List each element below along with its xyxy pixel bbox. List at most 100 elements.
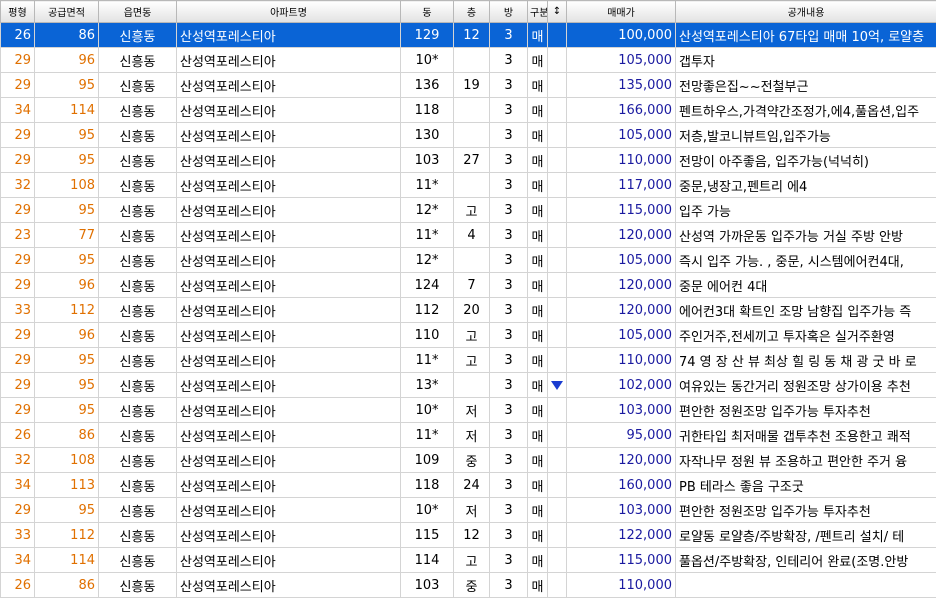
cell-building: 10*	[401, 398, 454, 423]
cell-type: 매	[528, 98, 548, 123]
cell-rooms: 3	[490, 298, 528, 323]
cell-mark	[548, 148, 567, 173]
cell-pyeong: 29	[1, 273, 35, 298]
cell-description: 풀옵션/주방확장, 인테리어 완료(조명.안방	[676, 548, 936, 573]
col-header-apartment[interactable]: 아파트명	[177, 1, 401, 23]
cell-pyeong: 26	[1, 423, 35, 448]
table-row[interactable]: 2995신흥동산성역포레스티아13*3매102,000여유있는 동간거리 정원조…	[1, 373, 936, 398]
cell-pyeong: 34	[1, 98, 35, 123]
col-header-pyeong[interactable]: 평형	[1, 1, 35, 23]
cell-rooms: 3	[490, 573, 528, 598]
col-header-floor[interactable]: 층	[454, 1, 490, 23]
cell-mark	[548, 323, 567, 348]
cell-type: 매	[528, 23, 548, 48]
cell-price: 160,000	[567, 473, 676, 498]
cell-floor: 고	[454, 348, 490, 373]
col-header-rooms[interactable]: 방	[490, 1, 528, 23]
table-row[interactable]: 34113신흥동산성역포레스티아118243매160,000PB 테라스 좋음 …	[1, 473, 936, 498]
table-row[interactable]: 34114신흥동산성역포레스티아1183매166,000펜트하우스,가격약간조정…	[1, 98, 936, 123]
col-header-sort-icon[interactable]: ↕	[548, 1, 567, 23]
cell-floor	[454, 173, 490, 198]
cell-mark	[548, 23, 567, 48]
cell-type: 매	[528, 523, 548, 548]
cell-rooms: 3	[490, 123, 528, 148]
cell-rooms: 3	[490, 448, 528, 473]
cell-apartment: 산성역포레스티아	[177, 148, 401, 173]
col-header-supply-area[interactable]: 공급면적	[35, 1, 99, 23]
col-header-price[interactable]: 매매가	[567, 1, 676, 23]
cell-floor: 고	[454, 198, 490, 223]
cell-rooms: 3	[490, 148, 528, 173]
cell-price: 105,000	[567, 323, 676, 348]
table-row[interactable]: 2995신흥동산성역포레스티아11*고3매110,00074 영 장 산 뷰 최…	[1, 348, 936, 373]
cell-type: 매	[528, 498, 548, 523]
col-header-description[interactable]: 공개내용	[676, 1, 936, 23]
cell-mark	[548, 523, 567, 548]
col-header-building[interactable]: 동	[401, 1, 454, 23]
cell-apartment: 산성역포레스티아	[177, 348, 401, 373]
cell-pyeong: 29	[1, 323, 35, 348]
table-row[interactable]: 2996신흥동산성역포레스티아10*3매105,000갭투자	[1, 48, 936, 73]
cell-building: 110	[401, 323, 454, 348]
cell-pyeong: 26	[1, 573, 35, 598]
cell-supply-area: 95	[35, 73, 99, 98]
cell-rooms: 3	[490, 523, 528, 548]
table-row[interactable]: 2686신흥동산성역포레스티아11*저3매95,000귀한타입 최저매물 갭투추…	[1, 423, 936, 448]
table-row[interactable]: 32108신흥동산성역포레스티아109중3매120,000자작나무 정원 뷰 조…	[1, 448, 936, 473]
cell-price: 102,000	[567, 373, 676, 398]
col-header-type[interactable]: 구분	[528, 1, 548, 23]
cell-district: 신흥동	[99, 23, 177, 48]
cell-type: 매	[528, 398, 548, 423]
cell-supply-area: 86	[35, 573, 99, 598]
price-down-icon	[551, 381, 563, 390]
cell-supply-area: 114	[35, 548, 99, 573]
cell-type: 매	[528, 473, 548, 498]
cell-supply-area: 112	[35, 298, 99, 323]
cell-building: 11*	[401, 423, 454, 448]
table-row[interactable]: 32108신흥동산성역포레스티아11*3매117,000중문,냉장고,펜트리 에…	[1, 173, 936, 198]
table-row[interactable]: 2995신흥동산성역포레스티아136193매135,000전망좋은집~~전철부근	[1, 73, 936, 98]
table-row[interactable]: 2995신흥동산성역포레스티아12*3매105,000즉시 입주 가능. , 중…	[1, 248, 936, 273]
cell-district: 신흥동	[99, 548, 177, 573]
table-row[interactable]: 2996신흥동산성역포레스티아110고3매105,000주인거주,전세끼고 투자…	[1, 323, 936, 348]
cell-building: 112	[401, 298, 454, 323]
cell-supply-area: 95	[35, 248, 99, 273]
cell-type: 매	[528, 273, 548, 298]
cell-district: 신흥동	[99, 323, 177, 348]
cell-district: 신흥동	[99, 73, 177, 98]
table-row[interactable]: 2995신흥동산성역포레스티아10*저3매103,000편안한 정원조망 입주가…	[1, 498, 936, 523]
cell-rooms: 3	[490, 248, 528, 273]
cell-price: 120,000	[567, 448, 676, 473]
cell-mark	[548, 98, 567, 123]
cell-apartment: 산성역포레스티아	[177, 23, 401, 48]
table-row[interactable]: 2996신흥동산성역포레스티아12473매120,000중문 에어컨 4대	[1, 273, 936, 298]
cell-district: 신흥동	[99, 498, 177, 523]
cell-floor: 12	[454, 523, 490, 548]
table-row[interactable]: 33112신흥동산성역포레스티아112203매120,000에어컨3대 확트인 …	[1, 298, 936, 323]
cell-price: 103,000	[567, 498, 676, 523]
table-row[interactable]: 2995신흥동산성역포레스티아1303매105,000저층,발코니뷰트임,입주가…	[1, 123, 936, 148]
table-row[interactable]: 2995신흥동산성역포레스티아12*고3매115,000입주 가능	[1, 198, 936, 223]
cell-building: 10*	[401, 498, 454, 523]
table-row[interactable]: 2686신흥동산성역포레스티아103중3매110,000	[1, 573, 936, 598]
cell-apartment: 산성역포레스티아	[177, 573, 401, 598]
table-row[interactable]: 34114신흥동산성역포레스티아114고3매115,000풀옵션/주방확장, 인…	[1, 548, 936, 573]
cell-rooms: 3	[490, 173, 528, 198]
cell-price: 117,000	[567, 173, 676, 198]
cell-floor: 중	[454, 448, 490, 473]
cell-type: 매	[528, 73, 548, 98]
cell-apartment: 산성역포레스티아	[177, 198, 401, 223]
table-row[interactable]: 2686신흥동산성역포레스티아129123매100,000산성역포레스티아 67…	[1, 23, 936, 48]
col-header-district[interactable]: 읍면동	[99, 1, 177, 23]
cell-description: 전망이 아주좋음, 입주가능(넉넉히)	[676, 148, 936, 173]
table-row[interactable]: 2995신흥동산성역포레스티아10*저3매103,000편안한 정원조망 입주가…	[1, 398, 936, 423]
table-row[interactable]: 2377신흥동산성역포레스티아11*43매120,000산성역 가까운동 입주가…	[1, 223, 936, 248]
cell-district: 신흥동	[99, 298, 177, 323]
cell-apartment: 산성역포레스티아	[177, 498, 401, 523]
cell-price: 105,000	[567, 48, 676, 73]
table-row[interactable]: 2995신흥동산성역포레스티아103273매110,000전망이 아주좋음, 입…	[1, 148, 936, 173]
cell-mark	[548, 348, 567, 373]
cell-floor	[454, 48, 490, 73]
cell-apartment: 산성역포레스티아	[177, 523, 401, 548]
table-row[interactable]: 33112신흥동산성역포레스티아115123매122,000로얄동 로얄층/주방…	[1, 523, 936, 548]
